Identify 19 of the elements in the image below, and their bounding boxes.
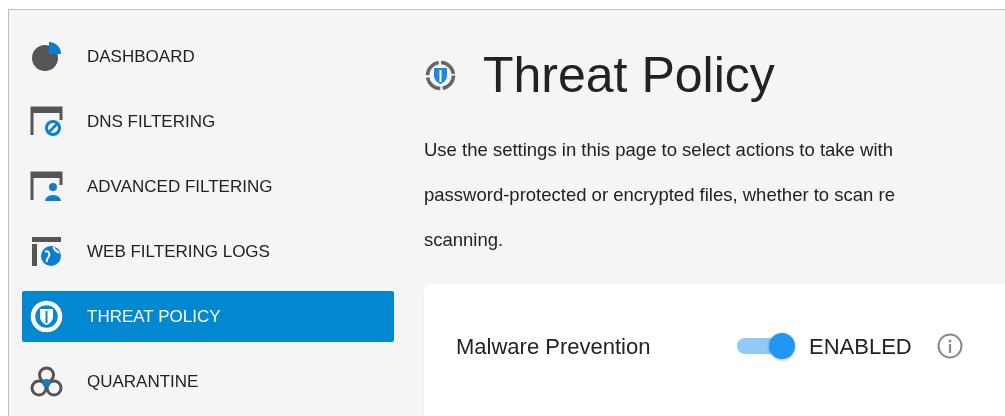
blocked-window-icon [30, 105, 63, 138]
shield-icon [30, 300, 63, 333]
sidebar-item[interactable]: QUARANTINE [22, 356, 394, 407]
page-title: Threat Policy [483, 48, 775, 103]
sidebar-item[interactable]: DASHBOARD [22, 31, 394, 82]
user-window-icon [30, 170, 63, 203]
globe-window-icon [30, 235, 63, 268]
toggle-switch[interactable] [735, 333, 795, 359]
sidebar-item[interactable]: ADVANCED FILTERING [22, 161, 394, 212]
status-text: ENABLED [809, 332, 912, 361]
sidebar-item[interactable]: WEB FILTERING LOGS [22, 226, 394, 277]
pie-chart-icon [30, 40, 63, 73]
shield-icon [424, 59, 457, 92]
biohazard-icon [30, 365, 63, 398]
description-text: Use the settings in this page to select actions to take with password-protected or encrypted files, whether to scan re scanning. [424, 138, 896, 252]
sidebar-item[interactable]: THREAT POLICY [22, 291, 394, 342]
setting-label: Malware Prevention [456, 332, 652, 361]
info-icon[interactable] [936, 333, 963, 359]
sidebar-item[interactable]: DNS FILTERING [22, 96, 394, 147]
